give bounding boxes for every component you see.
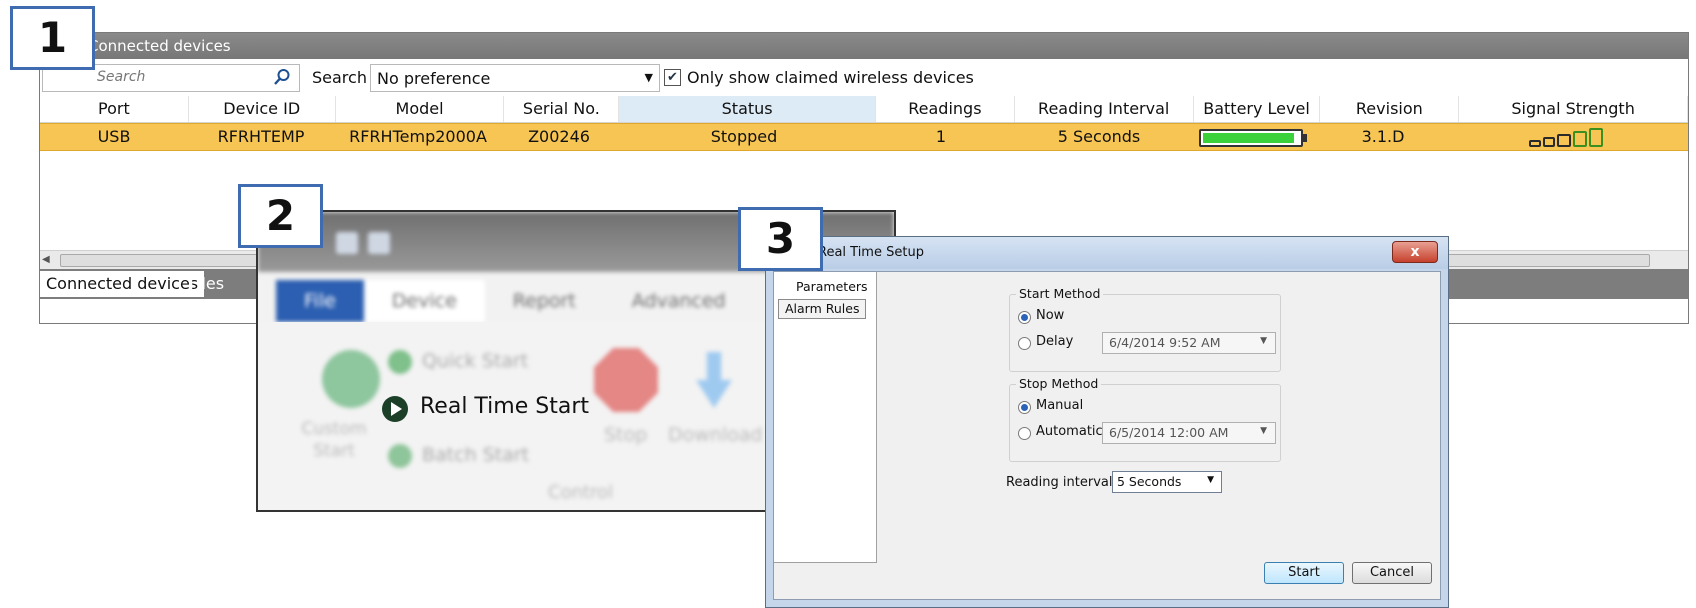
real-time-start-icon[interactable]: [382, 396, 408, 422]
delay-datetime-picker[interactable]: 6/4/2014 9:52 AM ▼: [1102, 332, 1276, 354]
start-method-group: Start Method Now Delay 6/4/2014 9:52 AM …: [1009, 286, 1281, 372]
sidebar-item-alarm-rules[interactable]: Alarm Rules: [778, 299, 867, 319]
devices-toolbar: Search Search by: No preference ▼ ✔ Only…: [40, 60, 1688, 94]
start-method-legend: Start Method: [1016, 286, 1104, 301]
panel-title: Connected devices: [40, 33, 1688, 59]
battery-icon: [1199, 128, 1307, 147]
chevron-down-icon: ▼: [644, 71, 653, 84]
stop-automatic-radio[interactable]: [1018, 427, 1031, 440]
start-delay-label: Delay: [1036, 334, 1074, 349]
batch-start-label[interactable]: Batch Start: [422, 444, 529, 466]
stop-label[interactable]: Stop: [604, 424, 647, 446]
real-time-setup-dialog: Real Time Setup x Parameters Alarm Rules…: [765, 236, 1449, 608]
search-placeholder: Search: [97, 69, 146, 85]
dialog-title-bar: Real Time Setup x: [766, 237, 1448, 269]
claimed-only-label: Only show claimed wireless devices: [687, 68, 974, 87]
stop-method-group: Stop Method Manual Automatic 6/5/2014 12…: [1009, 376, 1281, 462]
chevron-down-icon: ▼: [1260, 336, 1267, 346]
column-header-readings[interactable]: Readings: [876, 96, 1015, 122]
search-icon[interactable]: [273, 68, 291, 86]
tab-file[interactable]: File: [276, 280, 364, 322]
ribbon-tabs: File Device Report Advanced: [276, 280, 754, 322]
column-header-reading-interval[interactable]: Reading Interval: [1015, 96, 1194, 122]
save-icon[interactable]: [336, 232, 358, 254]
chevron-down-icon: ▼: [1207, 475, 1214, 485]
real-time-start-button[interactable]: Real Time Start: [420, 394, 589, 419]
reading-interval-label: Reading interval:: [1006, 475, 1117, 490]
delay-datetime-value: 6/4/2014 9:52 AM: [1109, 335, 1221, 350]
signal-bar: [1543, 136, 1555, 147]
cell-port: USB: [97, 127, 131, 146]
tab-device[interactable]: Device: [363, 280, 485, 322]
start-delay-radio[interactable]: [1018, 337, 1031, 350]
search-by-select[interactable]: No preference ▼: [370, 64, 660, 92]
tab-files[interactable]: Files: [183, 271, 230, 297]
tab-advanced[interactable]: Advanced: [604, 280, 754, 322]
devices-table: Port Device ID Model Serial No. Status Readin…: [40, 96, 1688, 151]
automatic-datetime-value: 6/5/2014 12:00 AM: [1109, 425, 1229, 440]
ribbon-group-label: Control: [548, 482, 614, 503]
download-label[interactable]: Download: [668, 424, 762, 446]
signal-bar: [1573, 130, 1587, 147]
column-header-signal-strength[interactable]: Signal Strength: [1459, 96, 1688, 122]
sidebar-item-parameters[interactable]: Parameters: [796, 279, 868, 294]
automatic-datetime-picker[interactable]: 6/5/2014 12:00 AM ▼: [1102, 422, 1276, 444]
custom-start-label[interactable]: Custom Start: [284, 418, 384, 462]
scroll-left-arrow-icon[interactable]: ◀: [42, 254, 50, 265]
cancel-button[interactable]: Cancel: [1352, 562, 1432, 584]
quick-access-toolbar: [336, 232, 390, 254]
dialog-title: Real Time Setup: [818, 245, 924, 260]
dialog-body: Parameters Alarm Rules Start Method Now …: [773, 271, 1441, 600]
download-icon[interactable]: [696, 352, 732, 408]
close-button[interactable]: x: [1392, 241, 1438, 263]
cell-device-id: RFRHTEMP: [217, 127, 305, 146]
column-header-battery-level[interactable]: Battery Level: [1194, 96, 1321, 122]
cell-interval: 5 Seconds: [1057, 127, 1141, 146]
dialog-sidebar: Parameters Alarm Rules: [774, 272, 877, 563]
cell-model: RFRHTemp2000A: [349, 127, 487, 146]
reading-interval-value: 5 Seconds: [1117, 474, 1182, 489]
stop-automatic-label: Automatic: [1036, 424, 1103, 439]
cell-signal: [1452, 124, 1680, 150]
column-header-model[interactable]: Model: [336, 96, 505, 122]
step-callout-2: 2: [238, 184, 323, 248]
batch-start-icon[interactable]: [388, 444, 412, 468]
signal-bar: [1589, 127, 1603, 147]
stop-manual-radio[interactable]: [1018, 401, 1031, 414]
start-now-label: Now: [1036, 308, 1065, 323]
search-by-value: No preference: [377, 69, 491, 88]
tab-report[interactable]: Report: [485, 280, 604, 322]
column-header-device-id[interactable]: Device ID: [189, 96, 336, 122]
column-header-port[interactable]: Port: [40, 96, 189, 122]
cell-revision: 3.1.D: [1361, 127, 1405, 146]
stop-icon[interactable]: [594, 348, 658, 412]
signal-bar: [1557, 133, 1571, 147]
cell-serial: Z00246: [528, 127, 590, 146]
reading-interval-select[interactable]: 5 Seconds ▼: [1112, 471, 1222, 493]
stop-method-legend: Stop Method: [1016, 376, 1102, 391]
battery-fill: [1203, 132, 1295, 143]
table-header: Port Device ID Model Serial No. Status Readin…: [40, 96, 1688, 123]
custom-start-icon[interactable]: [322, 350, 380, 408]
column-header-status[interactable]: Status: [619, 96, 876, 122]
start-button[interactable]: Start: [1264, 562, 1344, 584]
cell-readings: 1: [935, 127, 947, 146]
start-now-radio[interactable]: [1018, 311, 1031, 324]
quick-start-label[interactable]: Quick Start: [422, 350, 528, 372]
step-callout-1: 1: [10, 6, 95, 70]
column-header-serial-no[interactable]: Serial No.: [504, 96, 620, 122]
signal-strength-icon: [1529, 127, 1603, 147]
document-icon[interactable]: [368, 232, 390, 254]
chevron-down-icon: ▼: [1260, 426, 1267, 436]
table-row[interactable]: USB RFRHTEMP RFRHTemp2000A Z00246 Stoppe…: [40, 123, 1688, 151]
cell-battery: [1188, 124, 1314, 150]
tab-connected-devices[interactable]: Connected devices: [40, 271, 205, 297]
cell-status: Stopped: [710, 127, 778, 146]
column-header-revision[interactable]: Revision: [1320, 96, 1460, 122]
signal-bar: [1529, 139, 1541, 147]
step-callout-3: 3: [738, 207, 823, 271]
quick-start-icon[interactable]: [388, 350, 412, 374]
claimed-only-checkbox[interactable]: ✔: [664, 69, 681, 86]
stop-manual-label: Manual: [1036, 398, 1084, 413]
